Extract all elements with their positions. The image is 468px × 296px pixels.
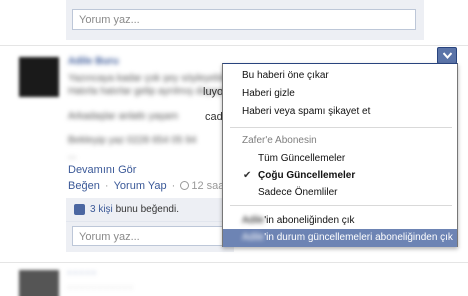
next-post-author[interactable]: · · · · ·: [68, 268, 96, 279]
thumbs-up-icon: [74, 204, 85, 215]
avatar[interactable]: [19, 57, 59, 97]
comment-link[interactable]: Yorum Yap: [114, 180, 167, 192]
story-options-menu: Bu haberi öne çıkar Haberi gizle Haberi …: [222, 63, 458, 247]
unsubscribe-status-label: 'in durum güncellemeleri aboneliğinden ç…: [264, 232, 453, 243]
separator: ·: [101, 180, 112, 192]
comment-input[interactable]: Yorum yaz...: [72, 226, 224, 246]
clock-icon: [180, 181, 190, 190]
menu-item-report-spam[interactable]: Haberi veya spamı şikayet et: [223, 106, 457, 117]
menu-item-important-only[interactable]: Sadece Önemliler: [223, 187, 457, 198]
avatar[interactable]: [19, 270, 59, 296]
likes-suffix: bunu beğendi.: [115, 204, 179, 215]
subscriber-header: Zafer'e Abonesin: [242, 135, 317, 146]
unsubscribe-status-name: Adile: [242, 232, 265, 243]
likes-text: 3 kişi bunu beğendi.: [90, 204, 179, 215]
menu-item-unsubscribe[interactable]: Adile'in aboneliğinden çık: [223, 215, 457, 226]
menu-separator: [230, 205, 452, 206]
unsubscribe-name: Adile: [242, 215, 265, 226]
post-author[interactable]: Adile Buru: [68, 56, 119, 67]
see-more-link[interactable]: Devamını Gör: [68, 164, 136, 176]
likes-count-link[interactable]: 3 kişi: [90, 204, 113, 215]
unsubscribe-label: 'in aboneliğinden çık: [264, 215, 355, 226]
menu-item-all-updates[interactable]: Tüm Güncellemeler: [223, 153, 457, 164]
next-post-text: · · · · · · · · · · ·: [68, 282, 133, 293]
post-text-line5: ...: [68, 150, 77, 161]
story-options-button[interactable]: [437, 47, 457, 64]
divider: [0, 262, 468, 263]
chevron-down-icon: [443, 52, 452, 59]
comment-input-top[interactable]: Yorum yaz...: [72, 9, 416, 30]
likes-box: 3 kişi bunu beğendi.: [66, 198, 234, 222]
post-text-line3: Arkadaşlar anlattı yaşam: [68, 111, 179, 122]
menu-item-unsubscribe-status[interactable]: Adile'in durum güncellemeleri aboneliğin…: [223, 229, 457, 247]
menu-separator: [230, 127, 452, 128]
like-link[interactable]: Beğen: [68, 180, 100, 192]
post-text-line4: Bekleyip yaz 0228 654 05 94: [68, 135, 197, 146]
menu-item-highlight-story[interactable]: Bu haberi öne çıkar: [223, 70, 457, 81]
separator: ·: [168, 180, 179, 192]
menu-item-most-updates[interactable]: Çoğu Güncellemeler: [223, 170, 457, 181]
divider: [0, 45, 468, 46]
menu-item-hide-story[interactable]: Haberi gizle: [223, 88, 457, 99]
